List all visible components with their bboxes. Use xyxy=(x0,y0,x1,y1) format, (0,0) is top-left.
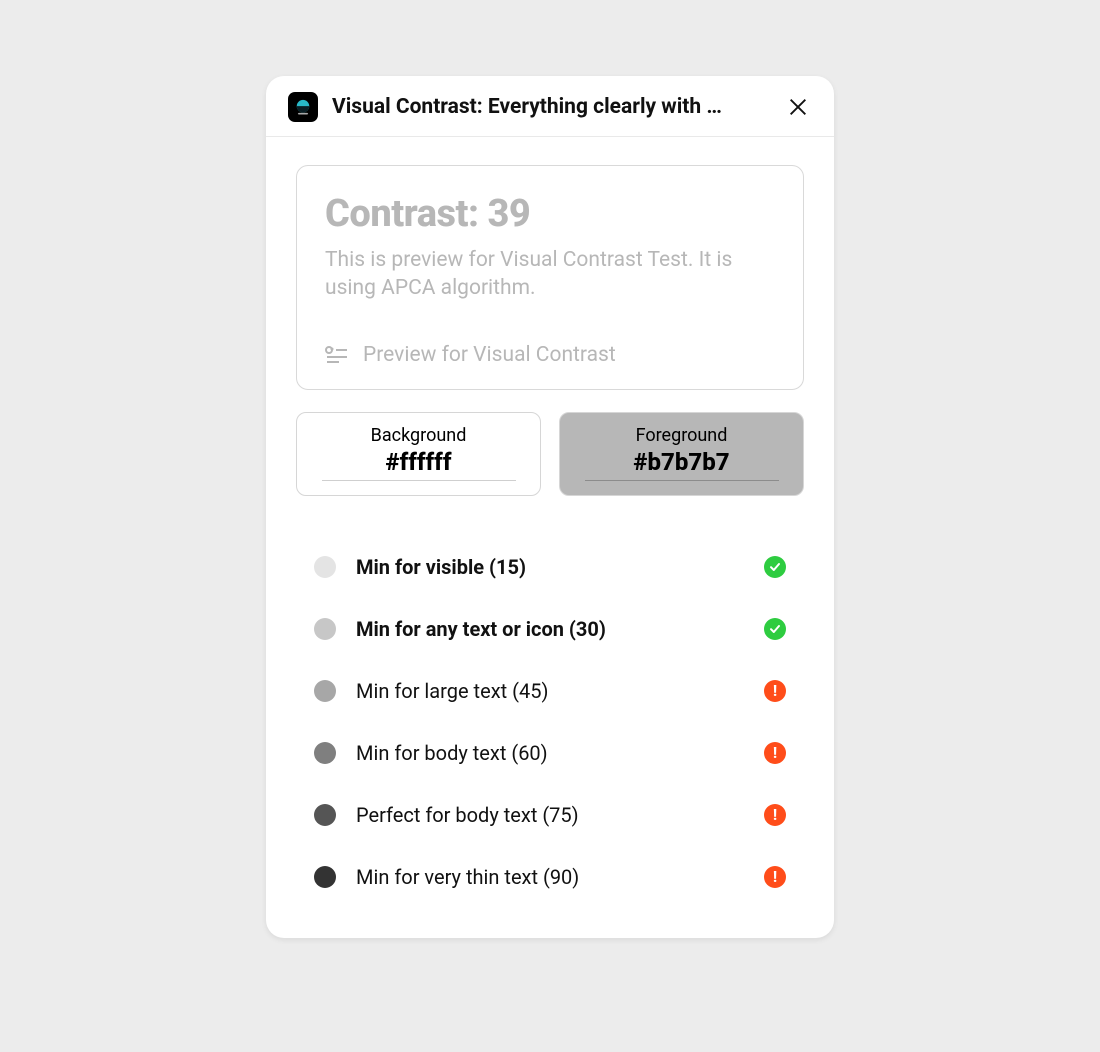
background-swatch-label: Background xyxy=(311,425,526,446)
criteria-row: Min for large text (45)! xyxy=(314,660,786,722)
foreground-swatch-value: #b7b7b7 xyxy=(633,448,729,480)
criteria-label: Perfect for body text (75) xyxy=(356,803,744,827)
criteria-label: Min for large text (45) xyxy=(356,679,744,703)
close-button[interactable] xyxy=(784,93,812,121)
alert-icon: ! xyxy=(764,866,786,888)
shade-swatch-icon xyxy=(314,618,336,640)
swatch-underline xyxy=(585,480,779,481)
background-swatch[interactable]: Background #ffffff xyxy=(296,412,541,496)
foreground-swatch-label: Foreground xyxy=(574,425,789,446)
criteria-label: Min for body text (60) xyxy=(356,741,744,765)
background-swatch-value: #ffffff xyxy=(386,448,452,480)
contrast-description: This is preview for Visual Contrast Test… xyxy=(325,246,775,303)
alert-icon: ! xyxy=(764,804,786,826)
contrast-heading: Contrast: 39 xyxy=(325,192,775,236)
shade-swatch-icon xyxy=(314,742,336,764)
shade-swatch-icon xyxy=(314,804,336,826)
criteria-label: Min for visible (15) xyxy=(356,555,744,579)
swatch-underline xyxy=(322,480,516,481)
plugin-panel: Visual Contrast: Everything clearly with… xyxy=(266,76,834,938)
criteria-label: Min for very thin text (90) xyxy=(356,865,744,889)
criteria-row: Min for visible (15) xyxy=(314,536,786,598)
check-icon xyxy=(764,556,786,578)
image-caption-icon xyxy=(325,346,349,364)
panel-header: Visual Contrast: Everything clearly with… xyxy=(266,76,834,137)
criteria-label: Min for any text or icon (30) xyxy=(356,617,744,641)
preview-card: Contrast: 39 This is preview for Visual … xyxy=(296,165,804,390)
criteria-list: Min for visible (15) Min for any text or … xyxy=(296,536,804,908)
shade-swatch-icon xyxy=(314,680,336,702)
app-icon xyxy=(288,92,318,122)
shade-swatch-icon xyxy=(314,556,336,578)
criteria-row: Min for any text or icon (30) xyxy=(314,598,786,660)
criteria-row: Min for very thin text (90)! xyxy=(314,846,786,908)
preview-caption: Preview for Visual Contrast xyxy=(363,343,616,367)
panel-title: Visual Contrast: Everything clearly with… xyxy=(332,95,770,119)
preview-caption-row: Preview for Visual Contrast xyxy=(325,343,775,367)
color-swatches: Background #ffffff Foreground #b7b7b7 xyxy=(296,412,804,496)
shade-swatch-icon xyxy=(314,866,336,888)
check-icon xyxy=(764,618,786,640)
alert-icon: ! xyxy=(764,742,786,764)
alert-icon: ! xyxy=(764,680,786,702)
criteria-row: Min for body text (60)! xyxy=(314,722,786,784)
close-icon xyxy=(787,96,809,118)
criteria-row: Perfect for body text (75)! xyxy=(314,784,786,846)
foreground-swatch[interactable]: Foreground #b7b7b7 xyxy=(559,412,804,496)
panel-body: Contrast: 39 This is preview for Visual … xyxy=(266,137,834,938)
